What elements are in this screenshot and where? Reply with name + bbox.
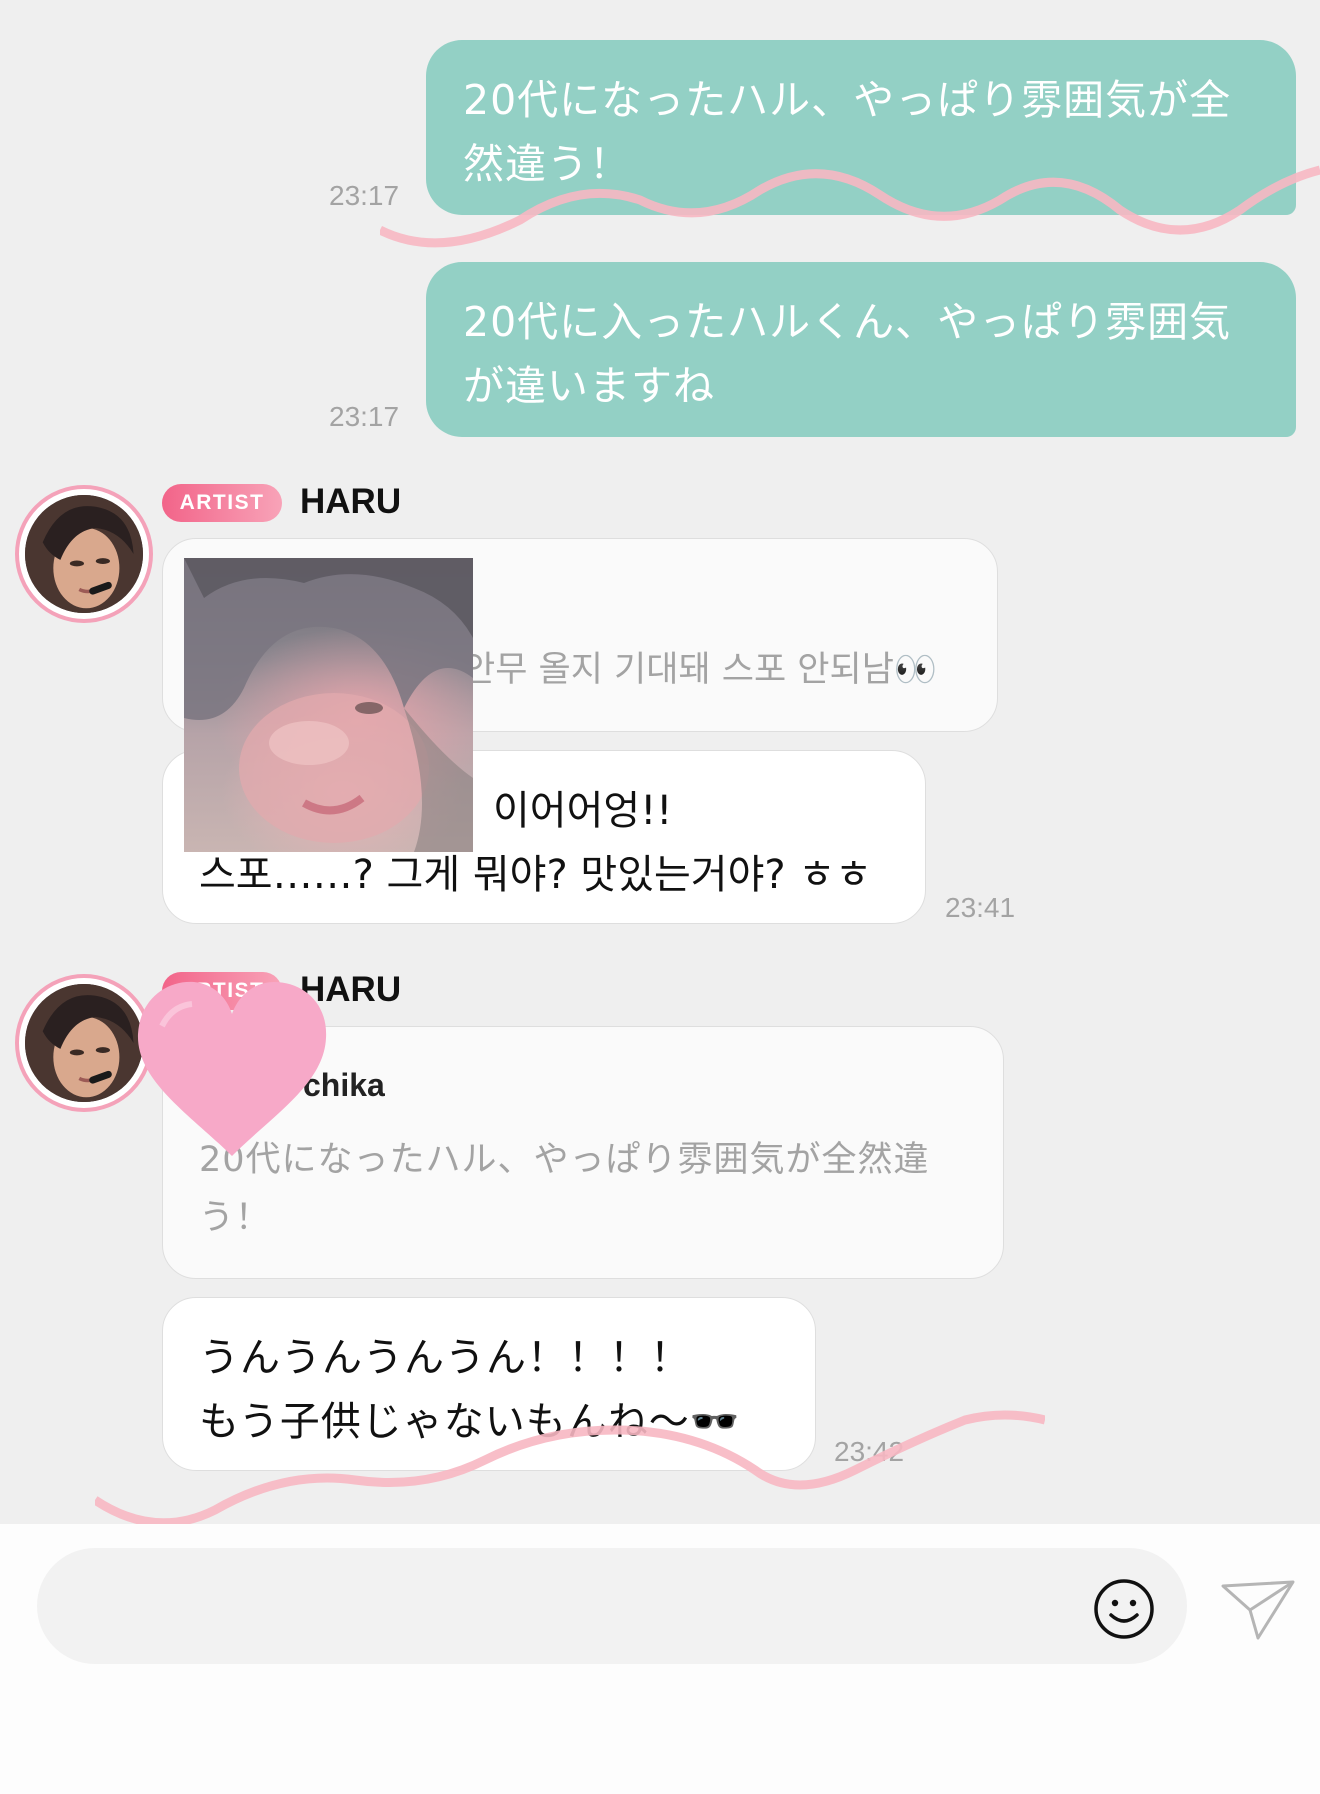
received-message-bubble[interactable]: うんうんうんうん！！！！ もう子供じゃないもんね〜🕶️ bbox=[162, 1297, 816, 1471]
message-timestamp: 23:41 bbox=[945, 892, 1016, 923]
avatar-image bbox=[25, 495, 143, 613]
message-timestamp: 23:17 bbox=[329, 180, 400, 211]
received-message-line: 스포……? 그게 뭐야? 맛있는거야? ㅎㅎ bbox=[199, 852, 872, 898]
heart-sticker-icon bbox=[137, 981, 327, 1156]
sent-message-bubble[interactable]: 20代に入ったハルくん、やっぱり雰囲気 が違いますね bbox=[426, 262, 1296, 437]
artist-avatar[interactable] bbox=[15, 485, 153, 623]
received-message-line: うんうんうんうん！！！！ bbox=[199, 1335, 691, 1381]
sent-message-line: 然違う！ bbox=[463, 140, 631, 188]
smiley-face-icon[interactable] bbox=[1093, 1578, 1155, 1640]
quoted-message-text: 안무 올지 기대돼 스포 안되남👀 bbox=[463, 650, 938, 690]
avatar-image bbox=[25, 984, 143, 1102]
message-timestamp: 23:42 bbox=[834, 1436, 905, 1467]
paper-plane-icon[interactable] bbox=[1220, 1576, 1296, 1642]
message-input-bar bbox=[0, 1524, 1320, 1794]
sender-name[interactable]: HARU bbox=[300, 482, 401, 522]
sent-message-bubble[interactable]: 20代になったハル、やっぱり雰囲気が全 然違う！ bbox=[426, 40, 1296, 215]
sent-message-line: 20代になったハル、やっぱり雰囲気が全 bbox=[463, 76, 1232, 124]
message-timestamp: 23:17 bbox=[329, 401, 400, 432]
chat-area: 20代になったハル、やっぱり雰囲気が全 然違う！ 23:17 20代に入ったハル… bbox=[0, 0, 1320, 1528]
photo-sticker bbox=[184, 558, 473, 852]
sent-message-line: が違いますね bbox=[463, 362, 715, 410]
received-message-line: もう子供じゃないもんね〜🕶️ bbox=[199, 1399, 741, 1445]
artist-badge: ARTIST bbox=[162, 484, 282, 522]
message-input[interactable] bbox=[37, 1548, 1187, 1664]
sent-message-line: 20代に入ったハルくん、やっぱり雰囲気 bbox=[463, 298, 1232, 346]
received-message-text: うんうんうんうん！！！！ もう子供じゃないもんね〜🕶️ bbox=[199, 1326, 799, 1454]
